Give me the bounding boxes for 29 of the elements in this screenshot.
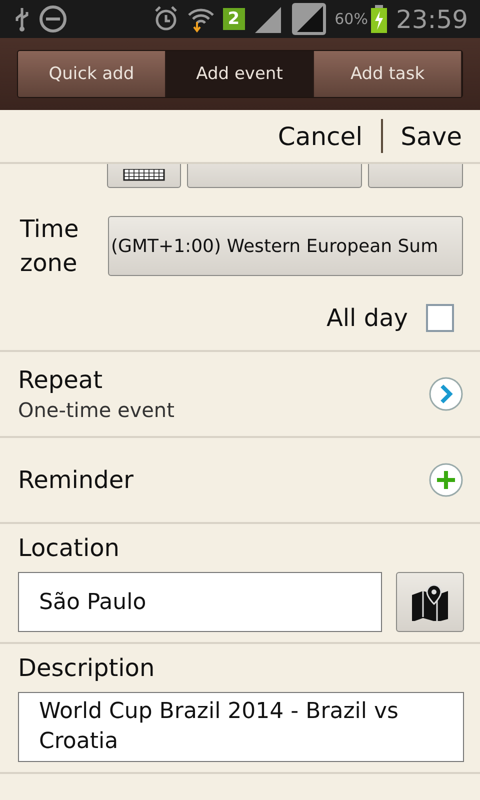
- location-field[interactable]: São Paulo: [18, 572, 382, 632]
- chevron-right-icon[interactable]: [428, 376, 464, 412]
- description-field[interactable]: World Cup Brazil 2014 - Brazil vs Croatia: [18, 692, 464, 762]
- time-zone-button[interactable]: (GMT+1:00) Western European Sum: [108, 216, 463, 276]
- map-pin-icon: [410, 583, 450, 621]
- all-day-label: All day: [326, 304, 408, 332]
- map-button[interactable]: [396, 572, 464, 632]
- keyboard-icon: [123, 169, 165, 181]
- tab[interactable]: Quick add: [18, 51, 166, 97]
- sim-badge: 2: [222, 8, 245, 30]
- location-label: Location: [18, 534, 121, 562]
- signal-icon: [252, 5, 283, 33]
- repeat-label: Repeat: [18, 366, 104, 394]
- save-button[interactable]: Save: [400, 122, 462, 150]
- tab[interactable]: Add event: [166, 51, 314, 97]
- time-zone-label: Time zone: [20, 214, 80, 279]
- do-not-disturb-icon: [38, 4, 68, 34]
- description-label: Description: [18, 654, 156, 682]
- repeat-value: One-time event: [18, 398, 174, 422]
- clock: 23:59: [396, 4, 468, 34]
- tab[interactable]: Add task: [314, 51, 462, 97]
- battery-percent: 60%: [334, 10, 368, 28]
- add-icon[interactable]: [428, 462, 464, 498]
- cancel-button[interactable]: Cancel: [278, 122, 363, 150]
- all-day-checkbox[interactable]: [426, 304, 454, 332]
- usb-icon: [14, 6, 30, 32]
- alarm-icon: [152, 5, 179, 33]
- reminder-label: Reminder: [18, 466, 134, 494]
- battery-charging-icon: [370, 5, 388, 33]
